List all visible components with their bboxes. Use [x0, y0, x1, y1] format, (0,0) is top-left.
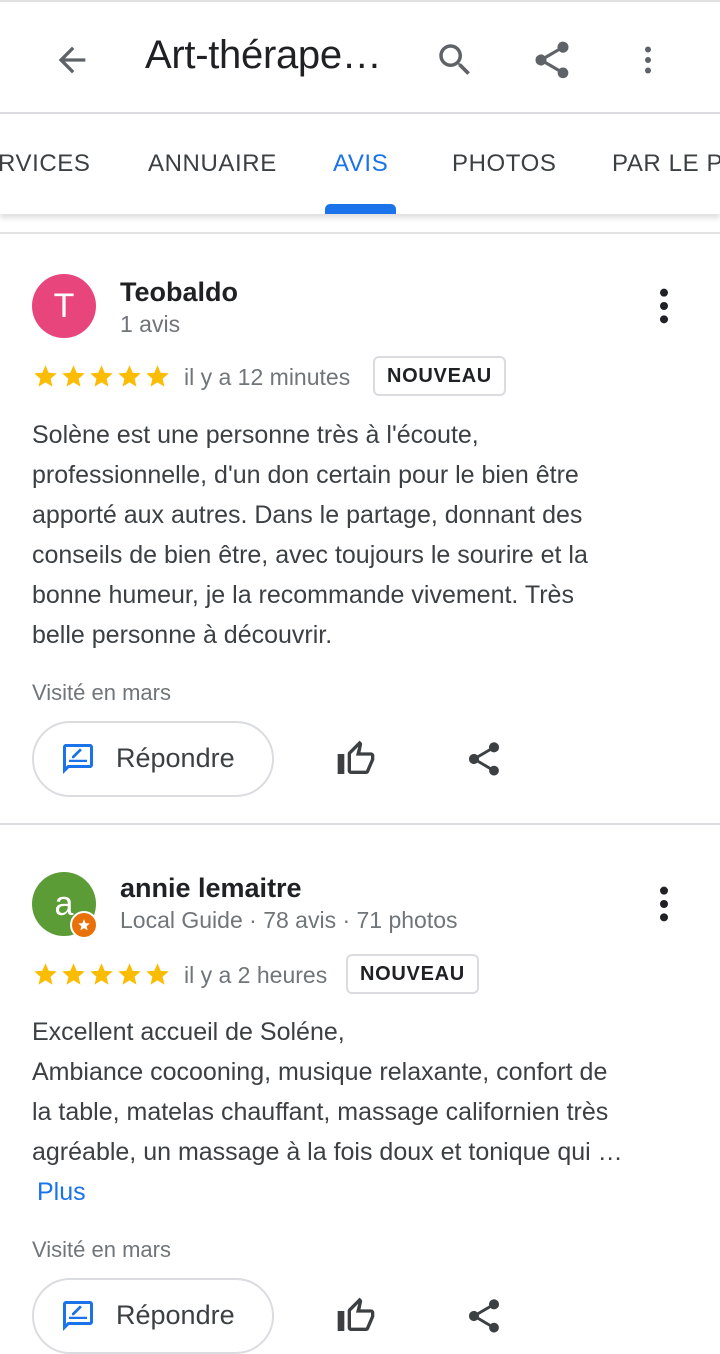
review-text: Excellent accueil de Soléne, Ambiance co… — [32, 1012, 692, 1212]
review-body: Solène est une personne très à l'écoute,… — [32, 421, 588, 649]
thumbs-up-icon[interactable] — [336, 1296, 376, 1336]
review-body: Excellent accueil de Soléne, Ambiance co… — [32, 1018, 623, 1166]
tab-bar: RVICES ANNUAIRE AVIS PHOTOS PAR LE PI — [0, 114, 720, 214]
review-card: a annie lemaitre Local Guide · 78 avis ·… — [0, 825, 720, 1354]
new-badge: NOUVEAU — [346, 954, 479, 994]
new-badge: NOUVEAU — [373, 356, 506, 396]
share-icon[interactable] — [530, 38, 574, 82]
tab-par-le-proprietaire[interactable]: PAR LE PI — [612, 150, 720, 178]
tab-services[interactable]: RVICES — [0, 150, 91, 178]
review-time: il y a 12 minutes — [184, 364, 351, 390]
star-icon — [90, 963, 113, 985]
star-icon — [62, 365, 85, 387]
review-author[interactable]: annie lemaitre — [120, 873, 302, 904]
star-icon — [34, 963, 57, 985]
active-tab-indicator — [325, 204, 396, 214]
star-rating — [32, 961, 171, 988]
star-icon — [90, 365, 113, 387]
thumbs-up-icon[interactable] — [336, 739, 376, 779]
star-rating — [32, 363, 171, 390]
app-bar: Art-thérape… — [0, 0, 720, 114]
avatar-letter: T — [53, 286, 75, 325]
review-more-icon[interactable] — [648, 286, 680, 326]
reply-icon — [63, 744, 93, 774]
review-text: Solène est une personne très à l'écoute,… — [32, 415, 692, 655]
review-card: T Teobaldo 1 avis il y a 12 minutes NOUV… — [0, 234, 720, 824]
review-more-icon[interactable] — [648, 884, 680, 924]
review-author[interactable]: Teobaldo — [120, 277, 238, 308]
star-icon — [146, 365, 169, 387]
star-icon — [118, 365, 141, 387]
search-icon[interactable] — [434, 39, 476, 81]
reply-button-label: Répondre — [116, 1300, 235, 1330]
tab-photos[interactable]: PHOTOS — [452, 150, 557, 178]
share-review-icon[interactable] — [464, 739, 504, 779]
star-icon — [118, 963, 141, 985]
back-arrow-icon[interactable] — [52, 40, 92, 80]
reply-icon — [63, 1301, 93, 1331]
visited-date: Visité en mars — [32, 680, 171, 705]
reply-button-label: Répondre — [116, 743, 235, 773]
review-author-meta: Local Guide · 78 avis · 71 photos — [120, 907, 458, 933]
review-time: il y a 2 heures — [184, 962, 328, 988]
reply-button[interactable]: Répondre — [32, 721, 274, 797]
share-review-icon[interactable] — [464, 1296, 504, 1336]
read-more-link[interactable]: Plus — [32, 1178, 86, 1206]
visited-date: Visité en mars — [32, 1237, 171, 1262]
tab-avis[interactable]: AVIS — [333, 150, 388, 178]
local-guide-badge-icon — [70, 911, 98, 939]
star-icon — [62, 963, 85, 985]
star-icon — [146, 963, 169, 985]
star-icon — [34, 365, 57, 387]
tab-annuaire[interactable]: ANNUAIRE — [148, 150, 277, 178]
reply-button[interactable]: Répondre — [32, 1278, 274, 1354]
review-author-meta: 1 avis — [120, 311, 181, 337]
more-vert-icon[interactable] — [630, 40, 666, 80]
page-title: Art-thérape… — [145, 33, 382, 77]
avatar[interactable]: T — [32, 274, 96, 338]
